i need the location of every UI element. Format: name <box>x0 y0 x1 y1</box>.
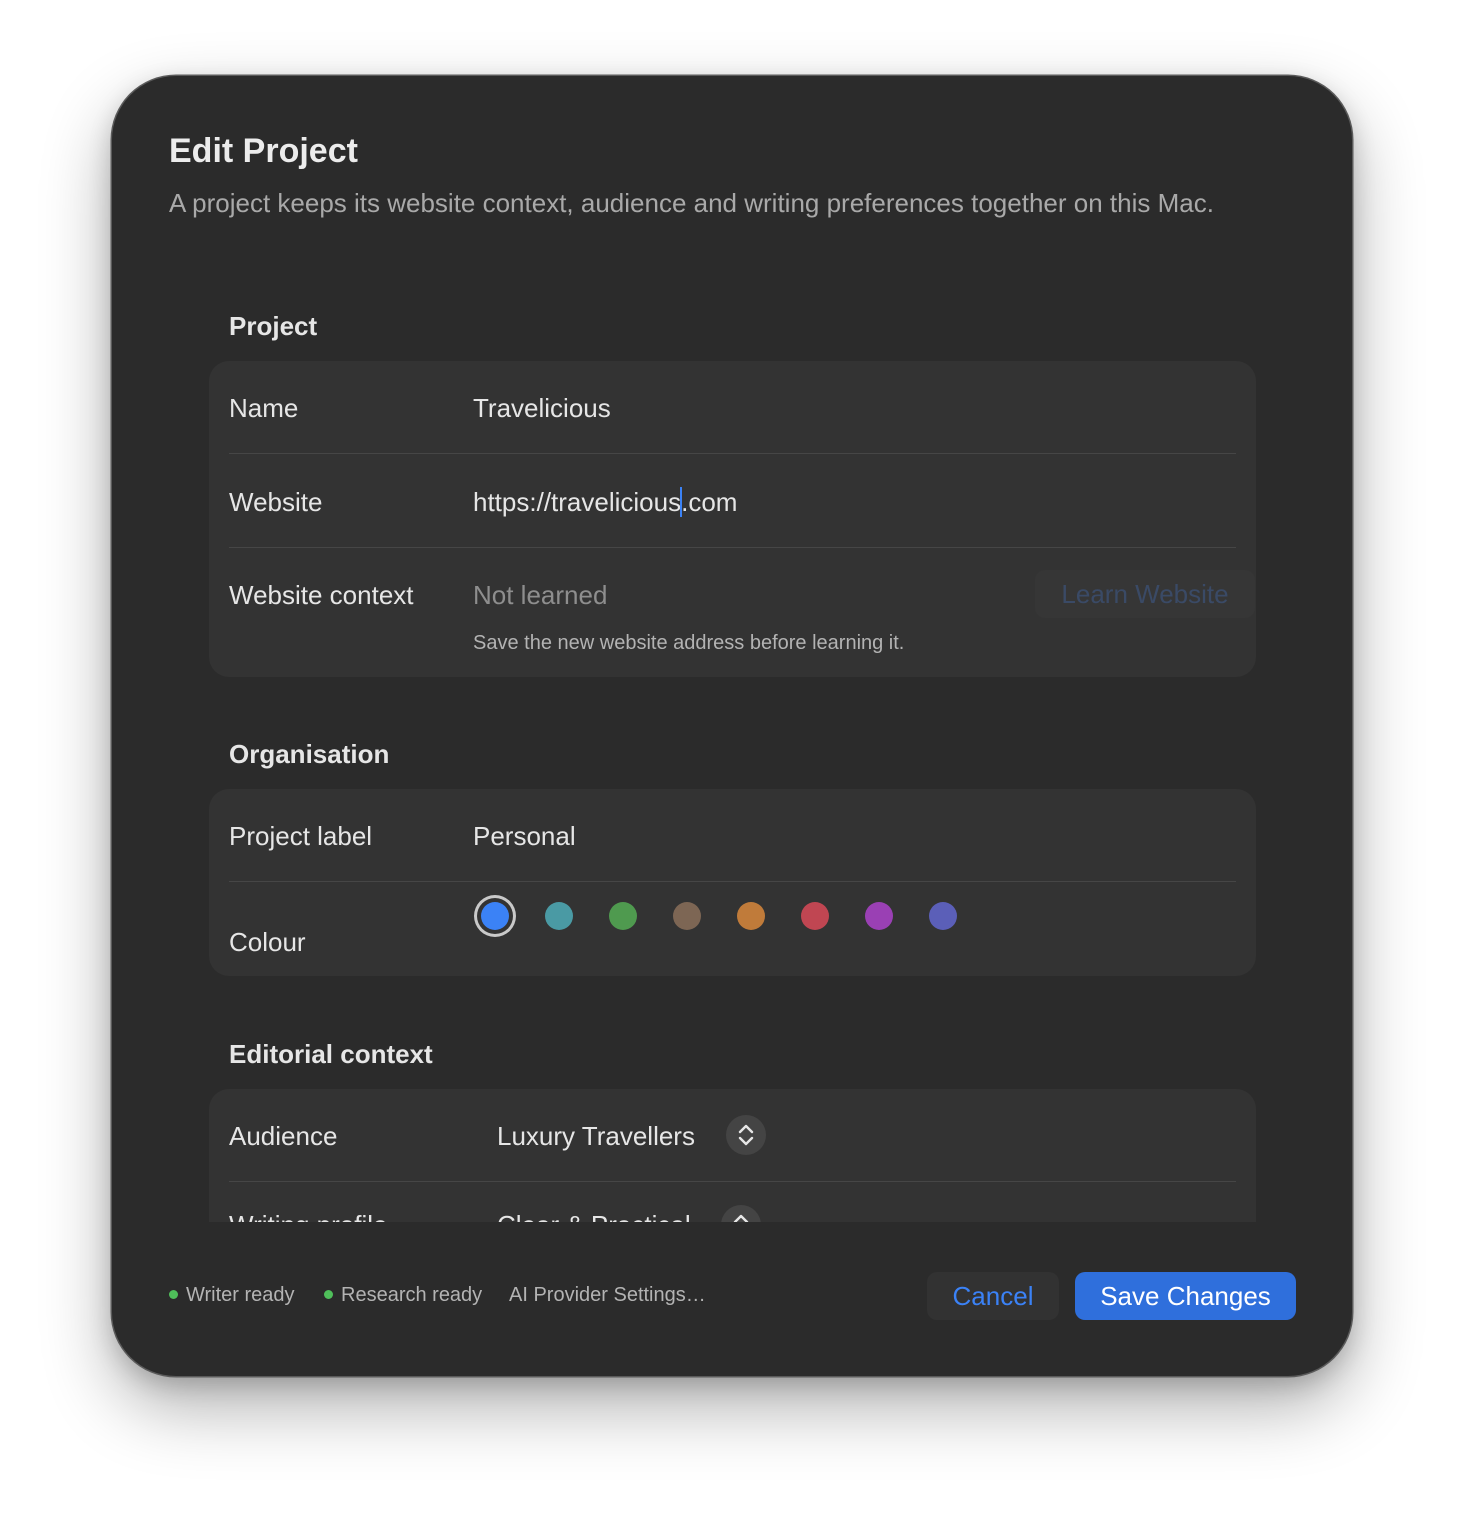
writing-profile-row: Writing profile Clear & Practical <box>229 1182 1236 1222</box>
audience-select[interactable]: Luxury Travellers <box>497 1121 695 1152</box>
colour-row: Colour <box>229 882 1236 976</box>
section-title-organisation: Organisation <box>229 739 390 769</box>
colour-swatch[interactable] <box>865 902 893 930</box>
audience-row: Audience Luxury Travellers <box>229 1089 1236 1182</box>
colour-swatch[interactable] <box>801 902 829 930</box>
cancel-button[interactable]: Cancel <box>927 1272 1059 1320</box>
website-context-label: Website context <box>229 580 414 610</box>
dialog-subtitle: A project keeps its website context, aud… <box>169 188 1214 218</box>
colour-swatch[interactable] <box>737 902 765 930</box>
project-label-field[interactable]: Personal <box>473 821 576 852</box>
writer-status-dot <box>169 1290 178 1299</box>
writing-profile-stepper-icon[interactable] <box>721 1205 761 1222</box>
name-field[interactable]: Travelicious <box>473 393 611 424</box>
research-status-text: Research ready <box>341 1284 483 1306</box>
colour-swatch[interactable] <box>545 902 573 930</box>
project-label-row: Project label Personal <box>229 789 1236 882</box>
writer-status-text: Writer ready <box>186 1284 295 1306</box>
editorial-card: Audience Luxury Travellers Writing profi… <box>209 1089 1256 1222</box>
save-changes-button[interactable]: Save Changes <box>1075 1272 1296 1320</box>
research-status: Research ready <box>324 1284 482 1307</box>
colour-swatch[interactable] <box>609 902 637 930</box>
name-label: Name <box>229 393 299 423</box>
website-field[interactable]: https://travelicious.com <box>473 487 737 518</box>
section-title-editorial: Editorial context <box>229 1039 433 1069</box>
website-context-hint: Save the new website address before lear… <box>473 632 905 654</box>
website-context-row: Website context Not learned Learn Websit… <box>229 548 1255 677</box>
writer-status: Writer ready <box>169 1284 295 1307</box>
name-row: Name Travelicious <box>229 361 1236 454</box>
colour-swatch[interactable] <box>481 902 509 930</box>
colour-swatch[interactable] <box>929 902 957 930</box>
writing-profile-label: Writing profile <box>229 1210 387 1222</box>
project-card: Name Travelicious Website https://travel… <box>209 361 1256 677</box>
dialog-title: Edit Project <box>169 132 358 170</box>
colour-label: Colour <box>229 927 306 957</box>
writing-profile-select[interactable]: Clear & Practical <box>497 1210 691 1222</box>
website-context-value: Not learned <box>473 580 608 610</box>
ai-provider-settings-link[interactable]: AI Provider Settings… <box>509 1284 706 1307</box>
website-text-before-caret: https://travelicious <box>473 487 682 517</box>
research-status-dot <box>324 1290 333 1299</box>
website-label: Website <box>229 487 323 517</box>
colour-swatch[interactable] <box>673 902 701 930</box>
audience-stepper-icon[interactable] <box>726 1115 766 1155</box>
project-label-label: Project label <box>229 821 373 851</box>
section-title-project: Project <box>229 311 318 341</box>
form-scroll-area[interactable]: Project Name Travelicious Website https:… <box>112 276 1352 1222</box>
website-text-after-caret: .com <box>681 487 738 517</box>
audience-label: Audience <box>229 1121 338 1151</box>
edit-project-dialog: Edit Project A project keeps its website… <box>112 76 1352 1376</box>
organisation-card: Project label Personal Colour <box>209 789 1256 976</box>
website-row: Website https://travelicious.com <box>229 454 1236 548</box>
learn-website-button[interactable]: Learn Website <box>1035 570 1255 618</box>
